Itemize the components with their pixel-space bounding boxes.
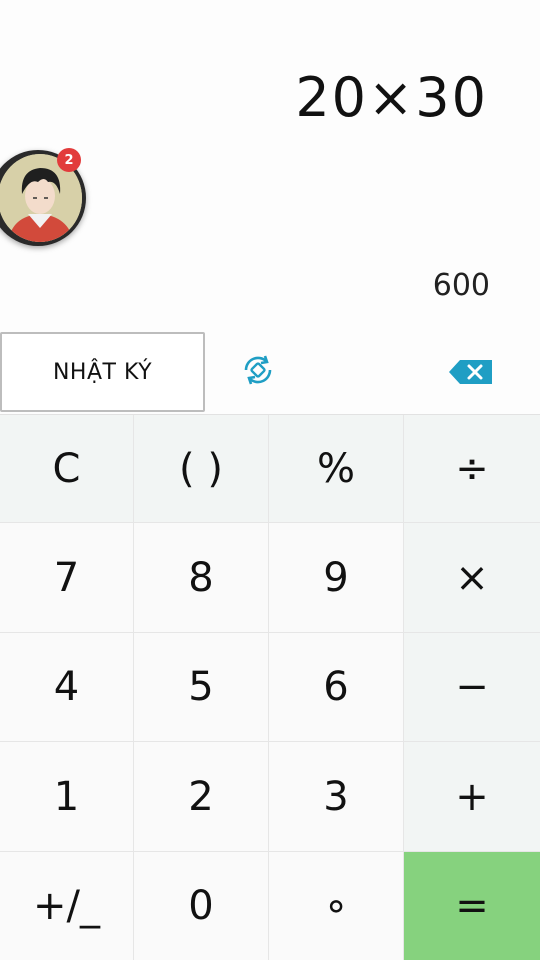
- clear-button[interactable]: C: [0, 415, 134, 523]
- digit-7-button[interactable]: 7: [0, 523, 134, 633]
- backspace-icon[interactable]: [448, 358, 494, 386]
- digit-9-button[interactable]: 9: [269, 523, 404, 633]
- result-preview: 600: [432, 268, 490, 303]
- toolbar: NHẬT KÝ: [0, 330, 540, 414]
- notification-badge: 2: [57, 148, 81, 172]
- decimal-button[interactable]: ∘: [269, 852, 404, 960]
- display-panel: 20×30 600: [0, 0, 540, 330]
- subtract-button[interactable]: −: [404, 633, 540, 742]
- multiply-button[interactable]: ×: [404, 523, 540, 633]
- rotate-scientific-icon[interactable]: [240, 352, 276, 388]
- parentheses-button[interactable]: ( ): [134, 415, 269, 523]
- digit-0-button[interactable]: 0: [134, 852, 269, 960]
- digit-2-button[interactable]: 2: [134, 742, 269, 852]
- digit-8-button[interactable]: 8: [134, 523, 269, 633]
- percent-button[interactable]: %: [269, 415, 404, 523]
- history-button[interactable]: NHẬT KÝ: [0, 332, 205, 412]
- divide-button[interactable]: ÷: [404, 415, 540, 523]
- sign-toggle-button[interactable]: +/_: [0, 852, 134, 960]
- add-button[interactable]: +: [404, 742, 540, 852]
- digit-4-button[interactable]: 4: [0, 633, 134, 742]
- digit-5-button[interactable]: 5: [134, 633, 269, 742]
- digit-1-button[interactable]: 1: [0, 742, 134, 852]
- digit-6-button[interactable]: 6: [269, 633, 404, 742]
- keypad: C ( ) % ÷ 7 8 9 × 4 5 6 − 1 2 3 + +/_ 0 …: [0, 414, 540, 960]
- digit-3-button[interactable]: 3: [269, 742, 404, 852]
- expression-text[interactable]: 20×30: [295, 66, 488, 129]
- equals-button[interactable]: =: [404, 852, 540, 960]
